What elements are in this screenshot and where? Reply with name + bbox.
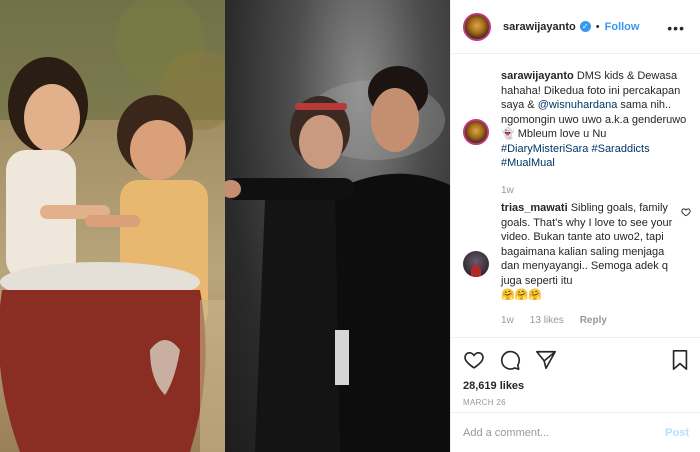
post-date[interactable]: March 26 [463, 398, 689, 407]
bookmark-icon[interactable] [671, 349, 689, 371]
post-comment-button[interactable]: Post [665, 427, 689, 439]
caption-username[interactable]: sarawijayanto [501, 70, 574, 82]
commenter-username[interactable]: trias_mawati [501, 202, 568, 214]
hashtag-link[interactable]: #Saraddicts [591, 143, 649, 155]
hashtag-link[interactable]: #DiaryMisteriSara [501, 143, 588, 155]
like-heart-icon[interactable] [463, 349, 485, 371]
comment-input[interactable] [463, 426, 666, 439]
comment-like-heart-icon[interactable] [681, 207, 691, 217]
share-arrow-icon[interactable] [535, 349, 557, 371]
follow-button[interactable]: Follow [605, 21, 640, 33]
caption-mention[interactable]: @wisnuhardana [538, 99, 618, 111]
post-actions: 28,619 likes March 26 [451, 337, 700, 407]
add-comment-bar: Post [451, 412, 700, 452]
comments-list[interactable]: sarawijayanto DMS kids & Dewasa hahaha! … [451, 55, 700, 337]
comment-text: trias_mawati Sibling goals, family goals… [501, 201, 681, 303]
vintage-kids-photo [0, 0, 225, 452]
reply-button[interactable]: Reply [580, 315, 607, 326]
comment-body: Sibling goals, family goals. That's why … [501, 202, 673, 287]
comment-meta: 1w 13 likes Reply [501, 315, 699, 326]
commenter-avatar[interactable] [463, 251, 489, 277]
comment-emoji: 🤗🤗🤗 [501, 289, 543, 301]
comment-like-count[interactable]: 13 likes [530, 315, 564, 326]
author-avatar[interactable] [463, 12, 491, 41]
post-media[interactable] [0, 0, 450, 452]
vintage-kids-illustration [0, 0, 225, 452]
author-username[interactable]: sarawijayanto [503, 21, 576, 33]
caption-timestamp[interactable]: 1w [501, 185, 699, 196]
likes-count[interactable]: 28,619 likes [463, 380, 689, 392]
post-caption: sarawijayanto DMS kids & Dewasa hahaha! … [463, 69, 699, 196]
comment-item: trias_mawati Sibling goals, family goals… [463, 201, 699, 326]
caption-avatar[interactable] [463, 119, 489, 145]
verified-badge-icon: ✓ [579, 21, 591, 32]
caption-text: sarawijayanto DMS kids & Dewasa hahaha! … [501, 69, 699, 171]
comment-bubble-icon[interactable] [499, 349, 521, 371]
comment-timestamp[interactable]: 1w [501, 315, 514, 326]
adults-photo [225, 0, 450, 452]
post-header: sarawijayanto ✓ • Follow ••• [451, 0, 700, 54]
hashtag-link[interactable]: #MualMual [501, 157, 555, 169]
post-sidebar: sarawijayanto ✓ • Follow ••• sarawijayan… [450, 0, 700, 452]
action-icons-row [463, 348, 689, 372]
header-separator: • [595, 20, 600, 33]
adults-illustration [225, 66, 450, 452]
more-horizontal-icon[interactable]: ••• [667, 20, 685, 36]
